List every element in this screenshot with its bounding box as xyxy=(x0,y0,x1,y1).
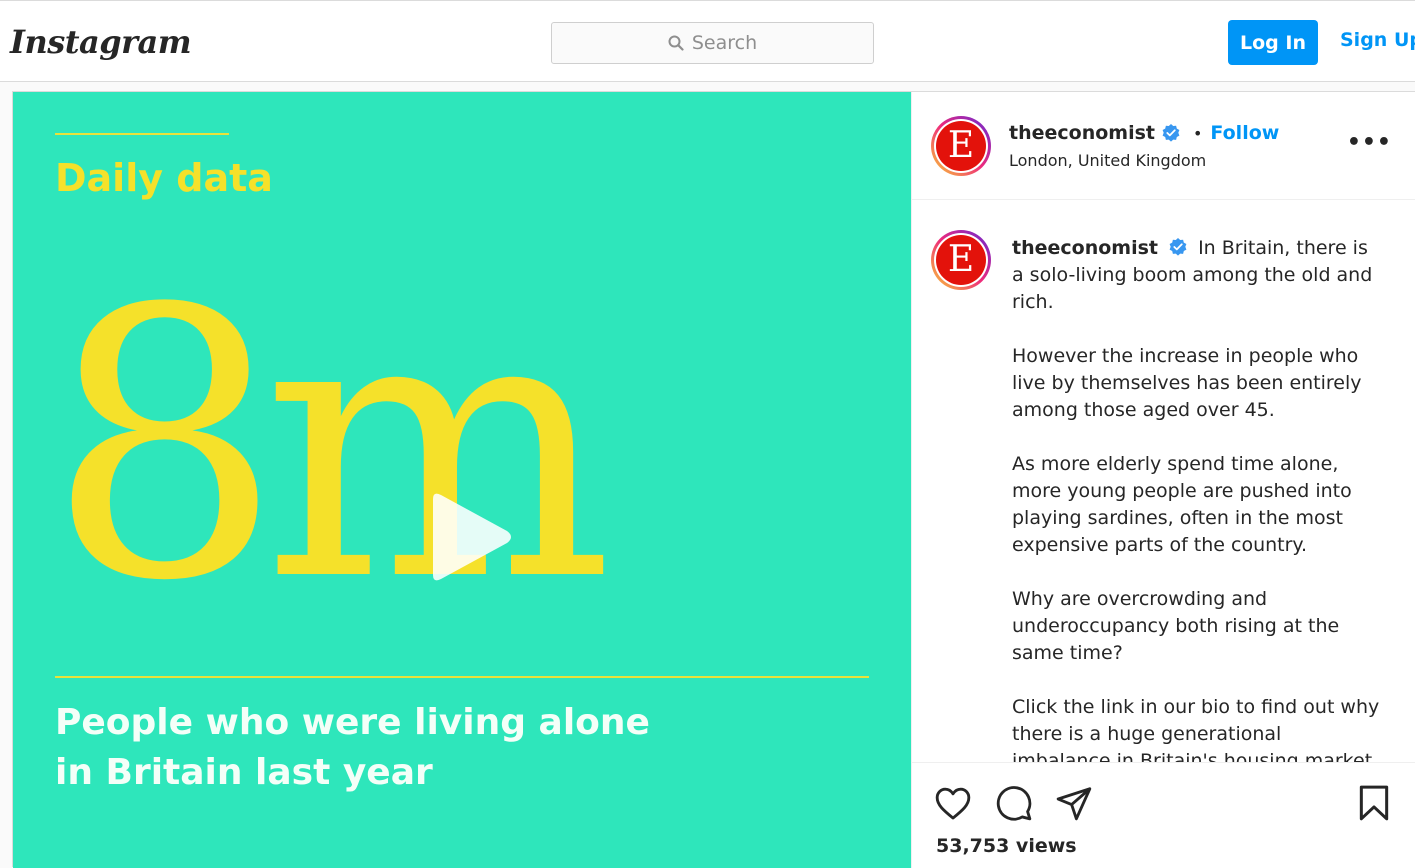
video-caption-line2: in Britain last year xyxy=(55,752,433,793)
video-caption-line1: People who were living alone xyxy=(55,702,650,743)
search-input[interactable]: Search xyxy=(551,22,874,64)
video-caption: People who were living alone in Britain … xyxy=(55,698,675,798)
view-count[interactable]: 53,753 views xyxy=(936,835,1077,857)
like-heart-icon[interactable] xyxy=(933,783,973,823)
caption-verified-badge-icon xyxy=(1169,238,1187,256)
post-header: E theeconomist • Follow London, United K… xyxy=(912,92,1415,200)
separator-dot: • xyxy=(1192,123,1203,143)
avatar-letter: E xyxy=(936,121,986,171)
bookmark-icon[interactable] xyxy=(1354,783,1394,823)
play-icon[interactable] xyxy=(419,489,515,585)
post-caption: theeconomist In Britain, there is a solo… xyxy=(1012,235,1382,762)
post-actions: 53,753 views xyxy=(912,762,1415,868)
caption-paragraph: However the increase in people who live … xyxy=(1012,345,1362,421)
caption-avatar-letter: E xyxy=(936,235,986,285)
follow-button[interactable]: Follow xyxy=(1210,122,1279,144)
caption-paragraph: As more elderly spend time alone, more y… xyxy=(1012,453,1352,556)
post-video[interactable]: Daily data 8m People who were living alo… xyxy=(13,92,911,868)
location-link[interactable]: London, United Kingdom xyxy=(1009,151,1206,170)
avatar[interactable]: E xyxy=(931,116,991,176)
instagram-logo[interactable]: Instagram xyxy=(10,23,192,61)
bottom-rule xyxy=(55,676,869,678)
post-container: Daily data 8m People who were living alo… xyxy=(12,91,1415,868)
comment-icon[interactable] xyxy=(994,783,1034,823)
verified-badge-icon xyxy=(1162,124,1180,142)
caption-paragraph: Why are overcrowding and underoccupancy … xyxy=(1012,588,1340,664)
search-icon xyxy=(668,35,684,51)
caption-area[interactable]: E theeconomist In Britain, there is a so… xyxy=(912,201,1415,762)
username-link[interactable]: theeconomist xyxy=(1009,122,1155,144)
top-rule xyxy=(55,133,229,135)
more-options-icon[interactable]: ••• xyxy=(1347,130,1392,155)
caption-paragraph: Click the link in our bio to find out wh… xyxy=(1012,696,1380,762)
post-sidebar: E theeconomist • Follow London, United K… xyxy=(911,92,1415,868)
top-navigation: Instagram Search Log In Sign Up xyxy=(0,0,1415,82)
login-button[interactable]: Log In xyxy=(1228,20,1318,65)
user-line: theeconomist • Follow xyxy=(1009,122,1279,144)
search-placeholder: Search xyxy=(691,32,758,54)
caption-avatar[interactable]: E xyxy=(931,230,991,290)
video-kicker: Daily data xyxy=(55,156,273,200)
caption-username-link[interactable]: theeconomist xyxy=(1012,237,1158,259)
share-icon[interactable] xyxy=(1054,783,1094,823)
signup-link[interactable]: Sign Up xyxy=(1340,29,1415,51)
